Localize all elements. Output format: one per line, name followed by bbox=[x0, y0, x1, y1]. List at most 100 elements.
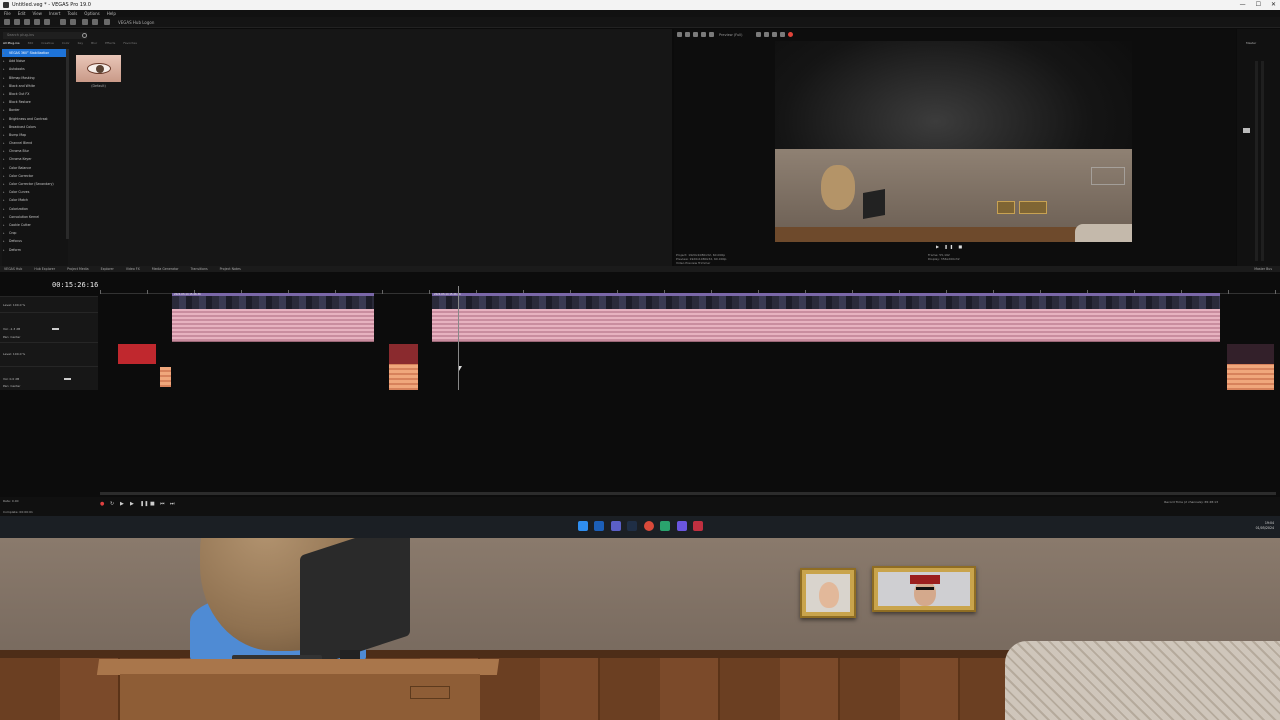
maximize-button[interactable]: ☐ bbox=[1256, 0, 1261, 10]
track-header-audio-2[interactable]: Vol: 0.0 dB Pan: Center bbox=[0, 366, 98, 390]
tab-color[interactable]: Color bbox=[62, 41, 70, 45]
plugin-list-item[interactable]: Block Restore bbox=[2, 98, 68, 106]
tab-favorites[interactable]: Favorites bbox=[123, 41, 137, 45]
plugin-list-item[interactable]: Deform bbox=[2, 246, 68, 254]
cut-icon[interactable] bbox=[60, 19, 66, 25]
plugin-list-item[interactable]: Border bbox=[2, 106, 68, 114]
sound-effect-clip[interactable] bbox=[389, 364, 418, 390]
plugin-list-item[interactable]: Color Match bbox=[2, 196, 68, 204]
minimize-button[interactable]: — bbox=[1240, 0, 1246, 10]
tab-blur[interactable]: Blur bbox=[91, 41, 97, 45]
plugin-list-item[interactable]: Block Out FX bbox=[2, 90, 68, 98]
play-button[interactable]: ▶ bbox=[130, 501, 136, 508]
hub-logon-button[interactable]: VEGAS Hub Logon bbox=[118, 17, 154, 28]
plugin-list-item[interactable]: Bump Map bbox=[2, 131, 68, 139]
copy-icon[interactable] bbox=[70, 19, 76, 25]
preview-quality-dropdown[interactable]: Preview (Full) bbox=[719, 29, 742, 41]
vegas-taskbar-icon[interactable] bbox=[693, 521, 703, 531]
plugin-list-item[interactable]: Cookie Cutter bbox=[2, 221, 68, 229]
new-project-icon[interactable] bbox=[4, 19, 10, 25]
timeline-scrollbar[interactable] bbox=[100, 492, 1276, 495]
video-clip[interactable]: 2024-03-14 15-46-36 bbox=[172, 293, 374, 309]
plugin-list-item[interactable]: Brightness and Contrast bbox=[2, 115, 68, 123]
overlay-clip[interactable] bbox=[389, 344, 418, 364]
sound-effect-clip[interactable] bbox=[1227, 364, 1274, 390]
plugin-list-item[interactable]: Color Corrector (Secondary) bbox=[2, 180, 68, 188]
playhead-cursor[interactable] bbox=[458, 286, 459, 390]
save-icon[interactable] bbox=[24, 19, 30, 25]
plugin-search-input[interactable]: Search plug-ins bbox=[3, 32, 87, 39]
track-header-video-2[interactable]: Level: 100.0 % bbox=[0, 342, 98, 366]
plugin-list-item[interactable]: Crop bbox=[2, 229, 68, 237]
cursor-tool-icon[interactable] bbox=[104, 19, 110, 25]
plugin-list-item[interactable]: Colorization bbox=[2, 205, 68, 213]
go-to-end-button[interactable]: ⏭ bbox=[170, 501, 176, 508]
plugin-list-item[interactable]: Autolooks bbox=[2, 65, 68, 73]
system-tray-clock[interactable]: 19:04 01/05/2024 bbox=[1256, 521, 1274, 531]
loop-button[interactable]: ↻ bbox=[110, 501, 116, 508]
pause-button[interactable]: ❚❚ bbox=[140, 501, 148, 508]
undo-icon[interactable] bbox=[82, 19, 88, 25]
open-icon[interactable] bbox=[14, 19, 20, 25]
plugin-list-item[interactable]: Defocus bbox=[2, 237, 68, 245]
properties-icon[interactable] bbox=[44, 19, 50, 25]
record-icon[interactable] bbox=[788, 32, 793, 37]
tab-360[interactable]: 360 bbox=[28, 41, 34, 45]
track-header-video-1[interactable]: Level: 100.0 % bbox=[0, 296, 98, 312]
menu-view[interactable]: View bbox=[32, 10, 42, 17]
search-icon[interactable] bbox=[82, 33, 87, 38]
overlay-clip[interactable] bbox=[1227, 344, 1274, 364]
menu-tools[interactable]: Tools bbox=[67, 10, 77, 17]
plugin-list-item[interactable]: Bitmap Masking bbox=[2, 74, 68, 82]
plugin-list-item[interactable]: Color Balance bbox=[2, 164, 68, 172]
photoshop-icon[interactable] bbox=[594, 521, 604, 531]
menu-file[interactable]: File bbox=[4, 10, 11, 17]
plugin-list-item[interactable]: Chroma Keyer bbox=[2, 155, 68, 163]
volume-slider[interactable] bbox=[52, 328, 59, 330]
split-screen-icon[interactable] bbox=[693, 32, 698, 37]
video-clip[interactable]: 2024-03-14 15-46-36 bbox=[432, 293, 1220, 309]
master-fader[interactable] bbox=[1243, 128, 1250, 133]
external-monitor-icon[interactable] bbox=[701, 32, 706, 37]
play-from-start-button[interactable]: ▶ bbox=[120, 501, 126, 508]
plugin-list-item[interactable]: Color Curves bbox=[2, 188, 68, 196]
close-button[interactable]: ✕ bbox=[1271, 0, 1276, 10]
sound-effect-clip[interactable] bbox=[160, 367, 171, 387]
plugin-list-scrollbar[interactable] bbox=[66, 49, 69, 239]
plugin-list-item[interactable]: Broadcast Colors bbox=[2, 123, 68, 131]
menu-help[interactable]: Help bbox=[107, 10, 116, 17]
discord-icon[interactable] bbox=[677, 521, 687, 531]
save-snapshot-icon[interactable] bbox=[772, 32, 777, 37]
plugin-list-item[interactable]: Chroma Blur bbox=[2, 147, 68, 155]
overlay-clip[interactable] bbox=[118, 344, 156, 364]
audio-clip[interactable] bbox=[172, 309, 374, 342]
preset-default[interactable]: (Default) bbox=[76, 55, 121, 111]
tab-key[interactable]: Key bbox=[78, 41, 83, 45]
preview-transport[interactable]: ▶ ❚❚ ■ bbox=[936, 244, 964, 249]
start-menu-icon[interactable] bbox=[578, 521, 588, 531]
menu-insert[interactable]: Insert bbox=[49, 10, 60, 17]
app-icon[interactable] bbox=[611, 521, 621, 531]
menu-edit[interactable]: Edit bbox=[18, 10, 26, 17]
chrome-icon[interactable] bbox=[644, 521, 654, 531]
plugin-list-item[interactable]: VEGAS 360° Stabilization bbox=[2, 49, 68, 57]
tab-creative[interactable]: Creative bbox=[41, 41, 54, 45]
audio-clip[interactable] bbox=[432, 309, 1220, 342]
preview-settings-icon[interactable] bbox=[677, 32, 682, 37]
app-icon[interactable] bbox=[660, 521, 670, 531]
tab-effects[interactable]: Effects bbox=[105, 41, 115, 45]
plugin-list-item[interactable]: Black and White bbox=[2, 82, 68, 90]
tab-all-plugins[interactable]: All Plug-ins bbox=[3, 41, 20, 45]
menu-options[interactable]: Options bbox=[84, 10, 99, 17]
redo-icon[interactable] bbox=[92, 19, 98, 25]
go-to-start-button[interactable]: ⏮ bbox=[160, 501, 166, 508]
track-header-audio-1[interactable]: Vol: -1.3 dB Pan: Center bbox=[0, 312, 98, 342]
stop-button[interactable]: ■ bbox=[150, 501, 156, 508]
grid-icon[interactable] bbox=[780, 32, 785, 37]
plugin-list-item[interactable]: Add Noise bbox=[2, 57, 68, 65]
plugin-list-item[interactable]: Convolution Kernel bbox=[2, 213, 68, 221]
render-icon[interactable] bbox=[34, 19, 40, 25]
preview-device-icon[interactable] bbox=[709, 32, 714, 37]
steam-icon[interactable] bbox=[627, 521, 637, 531]
video-fx-icon[interactable] bbox=[685, 32, 690, 37]
